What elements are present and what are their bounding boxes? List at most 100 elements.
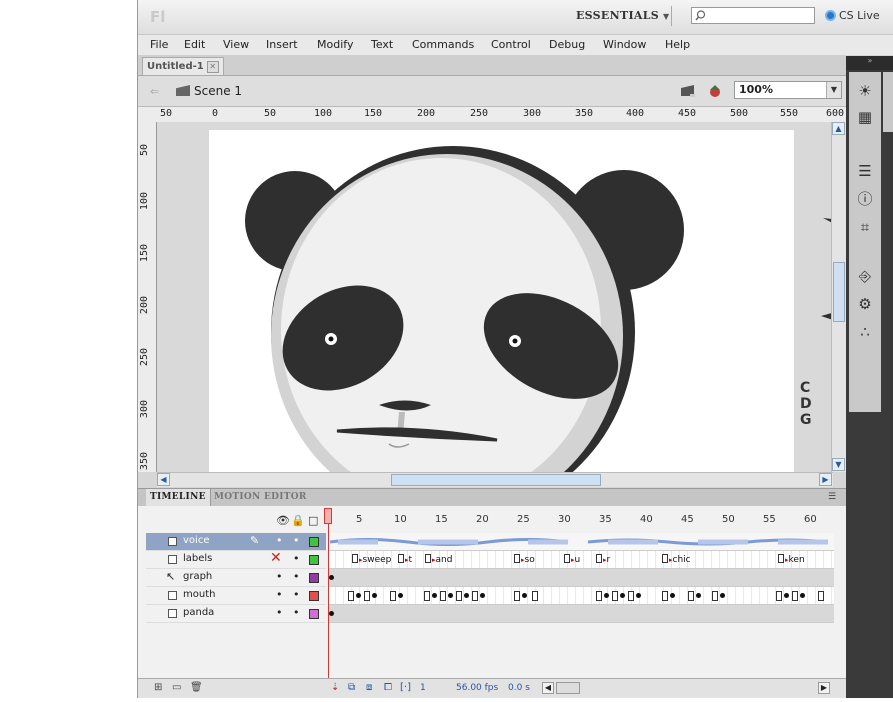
frames-voice[interactable] bbox=[328, 533, 834, 551]
tab-timeline[interactable]: TIMELINE bbox=[146, 489, 211, 506]
edit-scene-icon[interactable] bbox=[680, 84, 696, 98]
keyframe[interactable] bbox=[348, 591, 354, 601]
outline-icon[interactable]: □ bbox=[308, 514, 318, 527]
scroll-thumb[interactable] bbox=[391, 474, 601, 486]
keyframe[interactable] bbox=[448, 593, 453, 598]
lock-dot[interactable]: • bbox=[293, 588, 300, 601]
layer-name[interactable]: voice bbox=[183, 535, 209, 546]
layer-name[interactable]: graph bbox=[183, 571, 212, 582]
keyframe[interactable] bbox=[390, 591, 396, 601]
layer-voice[interactable]: voice ✎ • • bbox=[146, 533, 326, 551]
lock-dot[interactable]: • bbox=[293, 534, 300, 547]
properties-panel-edge[interactable] bbox=[883, 72, 893, 132]
keyframe[interactable] bbox=[688, 591, 694, 601]
panda-drawing[interactable] bbox=[157, 122, 833, 472]
layer-name[interactable]: panda bbox=[183, 607, 214, 618]
panel-menu-icon[interactable]: ☰ bbox=[828, 492, 836, 502]
lock-dot[interactable]: • bbox=[293, 606, 300, 619]
keyframe[interactable] bbox=[522, 593, 527, 598]
keyframe[interactable] bbox=[720, 593, 725, 598]
document-tab[interactable]: Untitled-1 ✕ bbox=[142, 57, 224, 75]
scroll-right-icon[interactable]: ▶ bbox=[818, 682, 830, 694]
keyframe[interactable] bbox=[372, 593, 377, 598]
cs-live-button[interactable]: CS Live bbox=[825, 9, 880, 22]
current-frame[interactable]: 1 bbox=[420, 683, 426, 693]
keyframe[interactable] bbox=[398, 593, 403, 598]
lock-icon[interactable]: 🔒 bbox=[291, 514, 305, 527]
menu-debug[interactable]: Debug bbox=[549, 38, 585, 51]
menu-commands[interactable]: Commands bbox=[412, 38, 474, 51]
menu-control[interactable]: Control bbox=[491, 38, 531, 51]
layer-name[interactable]: mouth bbox=[183, 589, 215, 600]
visibility-dot[interactable]: • bbox=[276, 588, 283, 601]
layer-panda[interactable]: panda • • bbox=[146, 605, 326, 623]
keyframe[interactable] bbox=[532, 591, 538, 601]
zoom-select[interactable]: 100% ▼ bbox=[734, 81, 842, 99]
keyframe[interactable] bbox=[514, 591, 520, 601]
workspace-switcher[interactable]: ESSENTIALS ▼ bbox=[576, 9, 669, 22]
color-icon[interactable]: ☀ bbox=[856, 82, 874, 100]
info-icon[interactable]: ⓘ bbox=[856, 190, 874, 208]
keyframe[interactable] bbox=[596, 591, 602, 601]
frame-grid[interactable]: 5 10 15 20 25 30 35 40 45 50 55 60 ▸swee… bbox=[328, 506, 834, 698]
stage-horizontal-scrollbar[interactable]: ◀ ▶ bbox=[157, 472, 833, 487]
modify-markers-icon[interactable]: [·] bbox=[400, 682, 411, 693]
stage-text[interactable]: C D G bbox=[800, 380, 833, 428]
scroll-left-icon[interactable]: ◀ bbox=[157, 473, 170, 486]
keyframe[interactable] bbox=[636, 593, 641, 598]
keyframe[interactable] bbox=[670, 593, 675, 598]
lock-dot[interactable]: • bbox=[293, 570, 300, 583]
motion-presets-icon[interactable]: ∴ bbox=[856, 323, 874, 341]
frame-label[interactable]: ▸sweep bbox=[352, 554, 391, 565]
swatches-icon[interactable]: ▦ bbox=[856, 108, 874, 126]
keyframe[interactable] bbox=[792, 591, 798, 601]
pasteboard[interactable]: C D G bbox=[157, 122, 833, 472]
keyframe[interactable] bbox=[612, 591, 618, 601]
back-arrow-icon[interactable]: ⇐ bbox=[150, 85, 159, 98]
keyframe[interactable] bbox=[604, 593, 609, 598]
keyframe[interactable] bbox=[432, 593, 437, 598]
tab-motion-editor[interactable]: MOTION EDITOR bbox=[210, 489, 311, 506]
onion-skin-icon[interactable]: ⧉ bbox=[348, 682, 355, 693]
keyframe[interactable] bbox=[628, 591, 634, 601]
frame-label[interactable]: ▸r bbox=[596, 554, 610, 565]
scroll-right-icon[interactable]: ▶ bbox=[819, 473, 832, 486]
delete-layer-icon[interactable]: 🗑 bbox=[190, 682, 203, 693]
keyframe[interactable] bbox=[329, 611, 334, 616]
frames-mouth[interactable] bbox=[328, 587, 834, 605]
keyframe[interactable] bbox=[456, 591, 462, 601]
frames-panda[interactable] bbox=[328, 605, 834, 623]
edit-multiple-frames-icon[interactable]: ⧠ bbox=[384, 682, 392, 693]
frame-label[interactable]: ▸u bbox=[564, 554, 580, 565]
keyframe[interactable] bbox=[696, 593, 701, 598]
hidden-x-icon[interactable]: ✕ bbox=[270, 550, 282, 566]
scroll-up-icon[interactable]: ▲ bbox=[832, 122, 845, 135]
timeline-scroll-thumb[interactable] bbox=[556, 682, 580, 694]
scroll-left-icon[interactable]: ◀ bbox=[542, 682, 554, 694]
keyframe[interactable] bbox=[424, 591, 430, 601]
keyframe[interactable] bbox=[800, 593, 805, 598]
visibility-dot[interactable]: • bbox=[276, 534, 283, 547]
actions-icon[interactable]: ⎆ bbox=[856, 267, 874, 285]
keyframe[interactable] bbox=[712, 591, 718, 601]
keyframe[interactable] bbox=[472, 591, 478, 601]
transform-icon[interactable]: ⌗ bbox=[856, 218, 874, 236]
scroll-thumb[interactable] bbox=[833, 262, 845, 322]
keyframe[interactable] bbox=[464, 593, 469, 598]
keyframe[interactable] bbox=[776, 591, 782, 601]
eye-icon[interactable]: 👁 bbox=[276, 514, 290, 527]
components-icon[interactable]: ⚙ bbox=[856, 295, 874, 313]
layer-mouth[interactable]: mouth • • bbox=[146, 587, 326, 605]
frames-graph[interactable] bbox=[328, 569, 834, 587]
layer-graph[interactable]: ↖ graph • • bbox=[146, 569, 326, 587]
frames-labels[interactable]: ▸sweep ▸t ▸and ▸so ▸u ▸r ▸chic ▸ken bbox=[328, 551, 834, 569]
keyframe[interactable] bbox=[662, 591, 668, 601]
align-icon[interactable]: ☰ bbox=[856, 162, 874, 180]
lock-dot[interactable]: • bbox=[293, 552, 300, 565]
layer-color-swatch[interactable] bbox=[309, 555, 319, 565]
new-layer-icon[interactable]: ⊞ bbox=[154, 682, 162, 693]
menu-view[interactable]: View bbox=[223, 38, 249, 51]
playhead-handle[interactable] bbox=[324, 508, 332, 524]
frame-label[interactable]: ▸and bbox=[425, 554, 452, 565]
menu-modify[interactable]: Modify bbox=[317, 38, 353, 51]
